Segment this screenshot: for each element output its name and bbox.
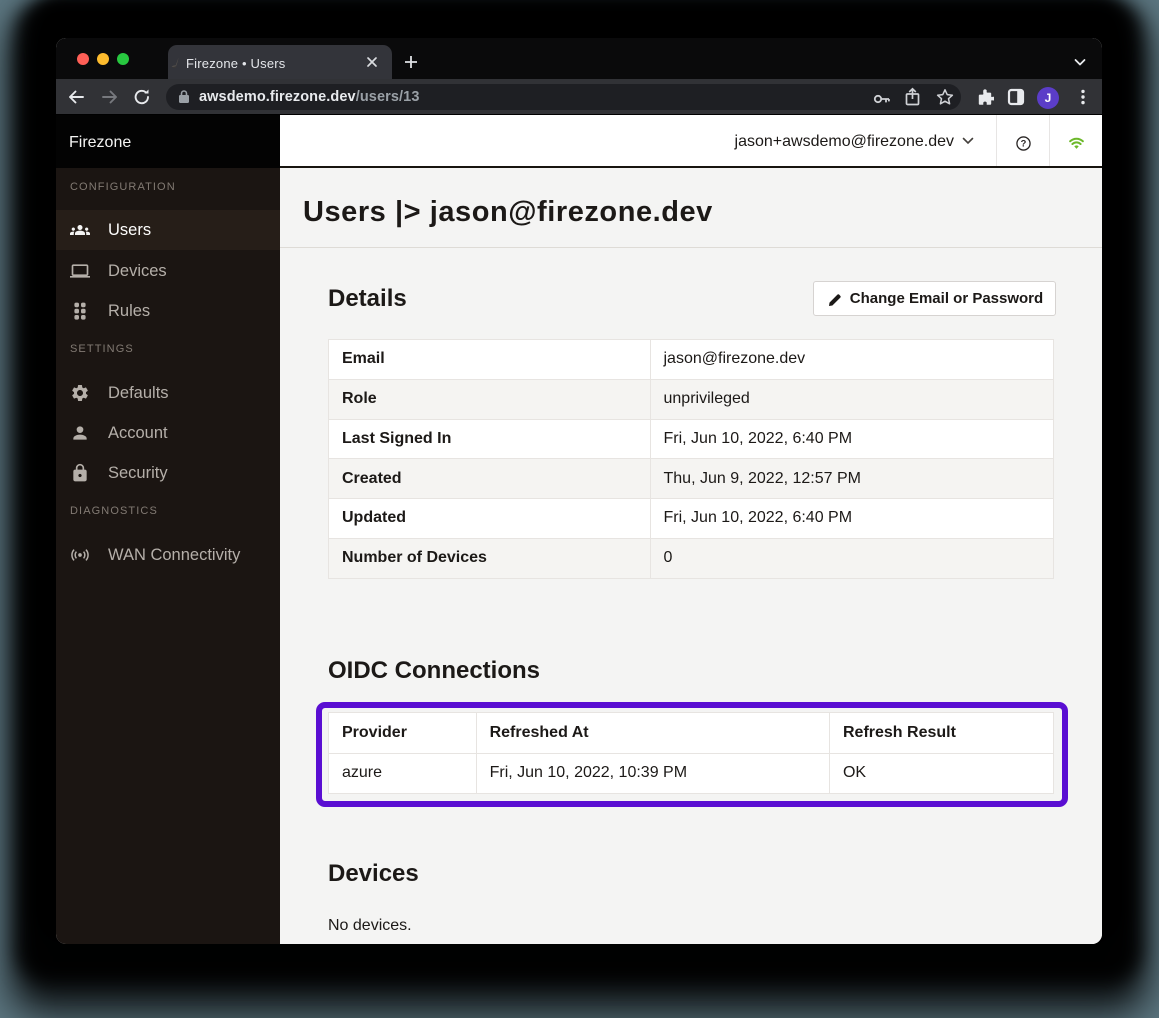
svg-text:?: ? — [1021, 139, 1027, 149]
